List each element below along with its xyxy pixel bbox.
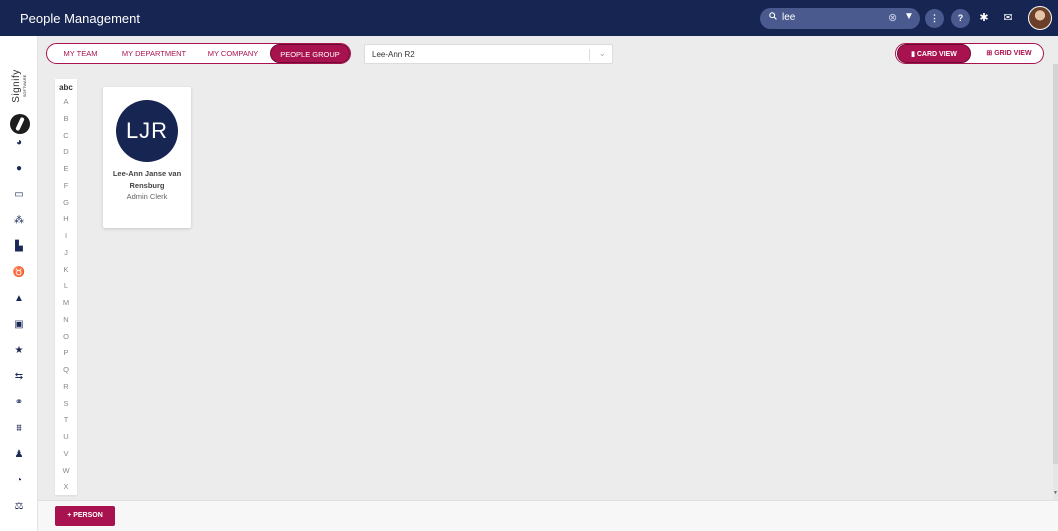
left-rail: Signify SOFTWARE ◕ ● ▭ ⁂ ▙ ♉ ▲ ▣ ★ ⇆ ⚭ ⩩ … [0, 36, 38, 531]
letter-w[interactable]: W [55, 466, 77, 475]
pie-chart-icon[interactable]: ◔ [12, 474, 26, 488]
letter-p[interactable]: P [55, 348, 77, 357]
person-role: Admin Clerk [126, 192, 168, 201]
search-input[interactable]: lee [782, 12, 795, 23]
team-icon[interactable]: ⁂ [12, 214, 26, 228]
person-card[interactable]: LJR Lee-Ann Janse van Rensburg Admin Cle… [103, 87, 191, 228]
add-user-icon[interactable]: ♟ [12, 448, 26, 462]
letter-x[interactable]: X [55, 482, 77, 491]
alphabet-filter: abc A B C D E F G H I J K L M N O P Q R … [55, 79, 77, 495]
alphabet-all[interactable]: abc [55, 83, 77, 92]
tab-my-team[interactable]: My Team [53, 44, 108, 63]
id-card-icon[interactable]: ▭ [12, 188, 26, 202]
balance-icon[interactable]: ⚖ [12, 500, 26, 514]
filter-icon[interactable]: ▼ [904, 11, 914, 22]
letter-q[interactable]: Q [55, 365, 77, 374]
scrollbar-thumb[interactable] [1053, 64, 1058, 464]
letter-h[interactable]: H [55, 214, 77, 223]
user-icon[interactable]: ● [12, 162, 26, 176]
letter-g[interactable]: G [55, 198, 77, 207]
letter-n[interactable]: N [55, 315, 77, 324]
letter-f[interactable]: F [55, 181, 77, 190]
letter-v[interactable]: V [55, 449, 77, 458]
gear-icon[interactable]: ✱ [977, 11, 991, 25]
letter-u[interactable]: U [55, 432, 77, 441]
bottom-bar [38, 500, 1058, 531]
grid-view-button[interactable]: ⊞ Grid View [974, 44, 1044, 63]
letter-c[interactable]: C [55, 131, 77, 140]
letter-o[interactable]: O [55, 332, 77, 341]
more-button[interactable]: ⋮ [925, 9, 944, 28]
tab-my-company[interactable]: My Company [200, 44, 266, 63]
letter-b[interactable]: B [55, 114, 77, 123]
tab-my-department[interactable]: My Department [117, 44, 191, 63]
people-group-value: Lee-Ann R2 [372, 50, 415, 59]
scope-tabs: My Team My Department My Company People … [46, 43, 351, 64]
letter-e[interactable]: E [55, 164, 77, 173]
search-icon [769, 12, 777, 23]
mail-icon[interactable]: ✉ [1001, 11, 1015, 25]
app-title: People Management [20, 11, 140, 26]
grid-view-label: Grid View [994, 50, 1032, 57]
graduation-icon[interactable]: ▲ [12, 292, 26, 306]
tab-people-group[interactable]: People Group [270, 44, 350, 63]
brand-logo-icon [10, 114, 30, 134]
letter-j[interactable]: J [55, 248, 77, 257]
brand-name: Signify SOFTWARE [11, 69, 27, 103]
card-view-button[interactable]: ▮ Card View [897, 44, 971, 63]
chevron-down-icon[interactable]: ⌄ [598, 48, 606, 59]
star-icon[interactable]: ★ [12, 344, 26, 358]
letter-d[interactable]: D [55, 147, 77, 156]
calendar-icon[interactable]: ▣ [12, 318, 26, 332]
org-icon[interactable]: ⩩ [12, 422, 26, 436]
chart-icon[interactable]: ▙ [12, 240, 26, 254]
person-initials-avatar: LJR [116, 100, 178, 162]
letter-r[interactable]: R [55, 382, 77, 391]
dashboard-icon[interactable]: ◕ [12, 136, 26, 150]
card-view-label: Card View [916, 51, 957, 58]
avatar[interactable] [1028, 6, 1052, 30]
letter-a[interactable]: A [55, 97, 77, 106]
transfer-icon[interactable]: ⇆ [12, 370, 26, 384]
search-box[interactable]: lee ⊗ ▼ [760, 8, 920, 29]
letter-t[interactable]: T [55, 415, 77, 424]
letter-m[interactable]: M [55, 298, 77, 307]
add-person-button[interactable]: + Person [55, 506, 115, 526]
letter-i[interactable]: I [55, 231, 77, 240]
people-group-select[interactable]: Lee-Ann R2 ⌄ [364, 44, 613, 64]
letter-l[interactable]: L [55, 281, 77, 290]
letter-k[interactable]: K [55, 265, 77, 274]
clear-icon[interactable]: ⊗ [888, 11, 897, 24]
medal-icon[interactable]: ♉ [12, 266, 26, 280]
handshake-icon[interactable]: ⚭ [12, 396, 26, 410]
help-button[interactable]: ? [951, 9, 970, 28]
scroll-down-icon[interactable]: ▼ [1053, 490, 1058, 498]
view-toggle: ▮ Card View ⊞ Grid View [895, 43, 1044, 64]
top-bar: People Management lee ⊗ ▼ ⋮ ? ✱ ✉ [0, 0, 1058, 36]
letter-s[interactable]: S [55, 399, 77, 408]
select-divider [589, 49, 590, 61]
person-name: Lee-Ann Janse van Rensburg [112, 169, 182, 190]
